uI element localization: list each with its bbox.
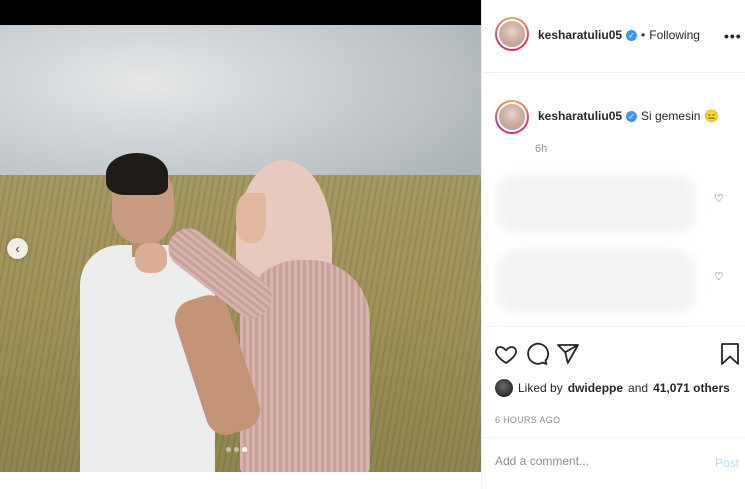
media-top-bar: [0, 0, 481, 25]
following-separator: •: [641, 28, 646, 42]
carousel-dots: [226, 447, 247, 452]
likes-connector: and: [628, 381, 649, 395]
post-header: kesharatuliu05 ✓ • Following •••: [482, 0, 745, 73]
caption-age: 6h: [535, 143, 548, 155]
add-comment-bar: Post: [482, 437, 745, 489]
carousel-dot-active[interactable]: [242, 447, 247, 452]
liker-avatar[interactable]: [495, 379, 513, 397]
verified-badge-icon: ✓: [626, 29, 638, 41]
more-options-icon[interactable]: •••: [724, 28, 742, 44]
post-actions: Liked by dwideppe and 41,071 others 6 HO…: [482, 326, 745, 489]
likes-count[interactable]: 41,071 others: [653, 381, 730, 395]
author-username[interactable]: kesharatuliu05: [538, 28, 622, 42]
post-sidebar: kesharatuliu05 ✓ • Following ••• keshara…: [481, 0, 745, 489]
likes-prefix: Liked by: [518, 381, 563, 395]
following-button[interactable]: Following: [649, 28, 700, 42]
comment-input[interactable]: [495, 454, 695, 468]
caption-verified-badge-icon: ✓: [626, 110, 638, 122]
carousel-prev-button[interactable]: ‹: [7, 238, 28, 259]
post-comment-button[interactable]: Post: [715, 456, 739, 470]
comment-icon[interactable]: [525, 342, 549, 366]
comments-area: kesharatuliu05 ✓ Si gemesin 😑 6h ♡ ♡: [482, 74, 745, 326]
caption-username[interactable]: kesharatuliu05: [538, 109, 622, 123]
caption-avatar-image: [497, 102, 527, 132]
author-avatar[interactable]: [495, 17, 529, 51]
header-title-row: kesharatuliu05 ✓ • Following: [538, 28, 700, 42]
blurred-comment: [496, 174, 696, 234]
comment-like-heart-icon[interactable]: ♡: [714, 192, 724, 205]
comment-like-heart-icon[interactable]: ♡: [714, 270, 724, 283]
post-timestamp[interactable]: 6 HOURS AGO: [495, 415, 560, 425]
bookmark-icon[interactable]: [718, 342, 742, 366]
post-photo[interactable]: [0, 25, 481, 472]
carousel-dot[interactable]: [234, 447, 239, 452]
heart-icon[interactable]: [494, 342, 518, 366]
caption-row: kesharatuliu05 ✓ Si gemesin 😑: [538, 109, 719, 123]
liker-username[interactable]: dwideppe: [568, 381, 623, 395]
likes-summary: Liked by dwideppe and 41,071 others: [495, 379, 730, 397]
caption-text: Si gemesin: [641, 109, 701, 123]
photo-man-hair: [106, 153, 168, 195]
author-avatar-image: [497, 19, 527, 49]
photo-woman-hand: [135, 243, 167, 273]
media-bottom-bar: [0, 472, 481, 489]
caption-emoji: 😑: [704, 109, 720, 123]
caption-avatar[interactable]: [495, 100, 529, 134]
post-media[interactable]: ‹: [0, 0, 481, 489]
blurred-comment: [496, 249, 696, 314]
share-icon[interactable]: [556, 342, 580, 366]
carousel-dot[interactable]: [226, 447, 231, 452]
photo-woman-face: [236, 193, 266, 243]
